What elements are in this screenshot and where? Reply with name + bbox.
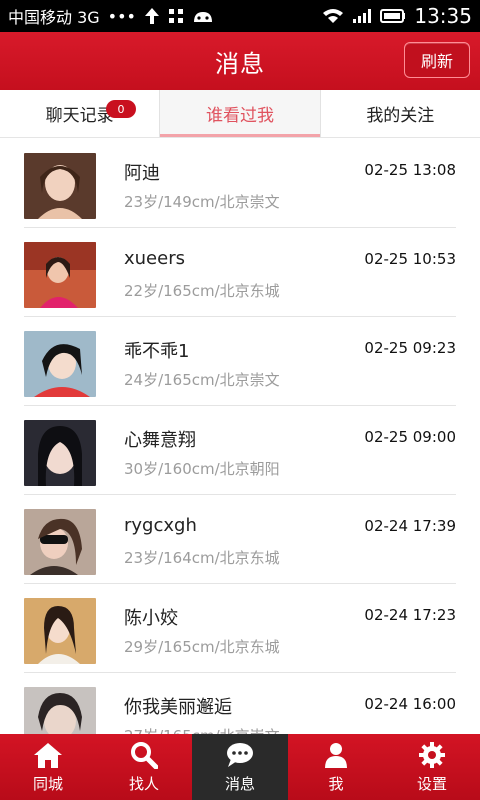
clock: 13:35 [414,4,472,28]
nav-item-nearby[interactable]: 同城 [0,734,96,800]
visitor-info: 29岁/165cm/北京东城 [124,638,280,656]
avatar[interactable] [24,687,96,734]
nav-label: 同城 [32,774,63,793]
visitor-info: 27岁/165cm/北京崇文 [124,725,280,734]
list-item[interactable]: xueers 22岁/165cm/北京东城 02-25 10:53 [24,228,456,317]
gear-icon [418,741,446,769]
list-item[interactable]: 阿迪 23岁/149cm/北京崇文 02-25 13:08 [24,139,456,228]
visitor-name: 乖不乖1 [124,341,190,362]
tab-chat-history[interactable]: 聊天记录 0 [0,90,161,137]
person-icon [322,741,350,769]
bottom-nav: 同城 找人 消息 我 设置 [0,734,480,800]
battery-icon [380,8,406,24]
visit-time: 02-25 09:23 [364,339,456,357]
app-header: 消息 刷新 [0,32,480,90]
signal-icon [352,8,372,24]
search-icon [130,741,158,769]
visitor-info: 24岁/165cm/北京崇文 [124,371,280,389]
avatar[interactable] [24,598,96,664]
tab-label: 谁看过我 [205,106,274,126]
nav-item-settings[interactable]: 设置 [384,734,480,800]
avatar[interactable] [24,242,96,308]
visit-time: 02-24 17:39 [364,517,456,535]
visitor-info: 22岁/165cm/北京东城 [124,282,280,300]
page-title: 消息 [215,49,265,78]
list-item[interactable]: 你我美丽邂逅 27岁/165cm/北京崇文 02-24 16:00 [24,673,456,734]
visitor-name: 你我美丽邂逅 [124,697,232,718]
tab-label: 我的关注 [366,106,435,126]
carrier-label: 中国移动 3G [8,8,100,27]
visitor-info: 23岁/149cm/北京崇文 [124,193,280,211]
nav-item-messages[interactable]: 消息 [192,734,288,800]
tab-label: 聊天记录 [45,106,114,126]
nav-item-me[interactable]: 我 [288,734,384,800]
chat-bubble-icon [225,741,255,769]
grid-icon [168,8,184,24]
visitor-name: 心舞意翔 [124,430,196,451]
visitor-info: 23岁/164cm/北京东城 [124,549,280,567]
visit-time: 02-25 09:00 [364,428,456,446]
visit-time: 02-24 16:00 [364,695,456,713]
tab-my-follows[interactable]: 我的关注 [321,90,480,137]
visitor-info: 30岁/160cm/北京朝阳 [124,460,280,478]
avatar[interactable] [24,509,96,575]
visitor-name: xueers [124,248,185,269]
list-item[interactable]: 陈小姣 29岁/165cm/北京东城 02-24 17:23 [24,584,456,673]
tab-bar: 聊天记录 0 谁看过我 我的关注 [0,90,480,138]
notification-dots: ••• [107,6,136,26]
nav-label: 我 [328,774,344,793]
nav-label: 消息 [224,774,255,793]
unread-badge: 0 [106,100,136,118]
visit-time: 02-24 17:23 [364,606,456,624]
home-icon [33,741,63,769]
list-item[interactable]: 乖不乖1 24岁/165cm/北京崇文 02-25 09:23 [24,317,456,406]
refresh-button[interactable]: 刷新 [404,42,470,78]
list-item[interactable]: rygcxgh 23岁/164cm/北京东城 02-24 17:39 [24,495,456,584]
nav-label: 找人 [128,774,159,793]
visitor-list: 阿迪 23岁/149cm/北京崇文 02-25 13:08 xueers 22岁… [0,139,480,734]
tab-who-viewed-me[interactable]: 谁看过我 [160,90,321,137]
upload-icon [144,7,160,25]
nav-item-find-people[interactable]: 找人 [96,734,192,800]
visitor-name: rygcxgh [124,515,197,536]
nav-label: 设置 [416,774,447,793]
visitor-name: 陈小姣 [124,608,178,629]
wifi-icon [322,8,344,24]
avatar[interactable] [24,153,96,219]
android-icon [192,8,214,24]
visitor-name: 阿迪 [124,163,160,184]
list-item[interactable]: 心舞意翔 30岁/160cm/北京朝阳 02-25 09:00 [24,406,456,495]
avatar[interactable] [24,420,96,486]
status-bar: 中国移动 3G ••• 13:35 [0,0,480,32]
visit-time: 02-25 13:08 [364,161,456,179]
avatar[interactable] [24,331,96,397]
visit-time: 02-25 10:53 [364,250,456,268]
